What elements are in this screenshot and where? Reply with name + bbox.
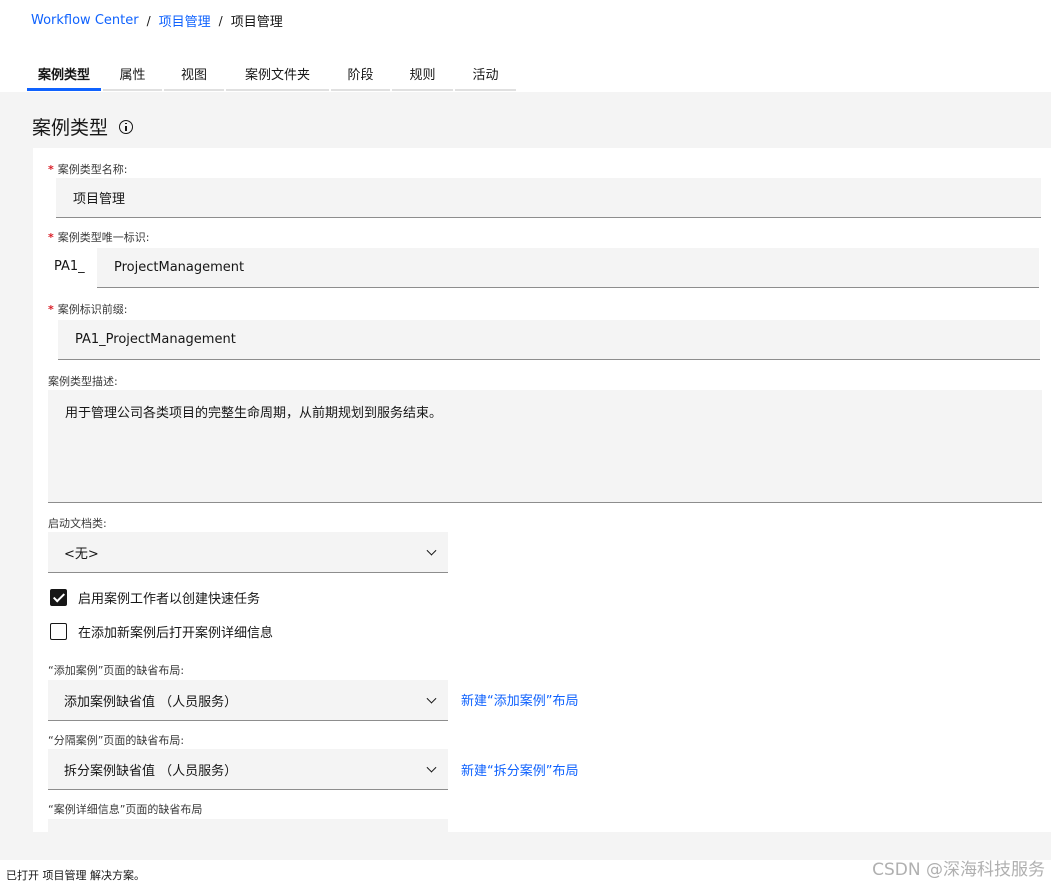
open-details-checkbox-row[interactable]: 在添加新案例后打开案例详细信息	[50, 622, 273, 641]
tab-case-types[interactable]: 案例类型	[27, 58, 101, 91]
open-details-checkbox-label: 在添加新案例后打开案例详细信息	[78, 626, 274, 641]
case-type-name-label: * 案例类型名称:	[48, 161, 127, 177]
panel-title: 案例类型	[32, 113, 134, 140]
tab-properties[interactable]: 属性	[103, 58, 162, 91]
new-split-case-layout-link[interactable]: 新建“拆分案例”布局	[461, 760, 578, 779]
breadcrumb-solution[interactable]: 项目管理	[159, 11, 211, 30]
case-type-id-input[interactable]: ProjectManagement	[97, 248, 1039, 288]
chevron-down-icon	[426, 693, 437, 704]
breadcrumb-current: 项目管理	[230, 15, 283, 30]
tab-case-folders[interactable]: 案例文件夹	[226, 58, 329, 91]
quick-task-checkbox[interactable]	[50, 589, 67, 606]
split-case-layout-value: 拆分案例缺省值 （人员服务）	[64, 763, 238, 779]
watermark: CSDN @深海科技服务	[872, 860, 1045, 880]
tab-activities[interactable]: 活动	[455, 58, 516, 91]
start-doc-class-label: 启动文档类:	[48, 517, 107, 530]
breadcrumb-separator: /	[218, 13, 223, 28]
breadcrumb: Workflow Center / 项目管理 / 项目管理	[31, 11, 283, 30]
info-icon[interactable]	[119, 119, 134, 134]
case-type-id-prefix: PA1_	[54, 259, 85, 274]
chevron-down-icon	[426, 545, 437, 556]
tab-stages[interactable]: 阶段	[331, 58, 390, 91]
case-type-id-label-text: 案例类型唯一标识:	[57, 231, 150, 244]
start-doc-class-value: <无>	[64, 546, 99, 562]
case-type-name-input[interactable]: 项目管理	[56, 178, 1041, 218]
case-details-layout-select[interactable]	[48, 819, 448, 832]
case-type-name-label-text: 案例类型名称:	[57, 163, 128, 176]
case-type-id-label: * 案例类型唯一标识:	[48, 229, 149, 245]
quick-task-checkbox-label: 启用案例工作者以创建快速任务	[78, 592, 261, 607]
case-id-prefix-label: * 案例标识前缀:	[48, 301, 127, 317]
open-details-checkbox[interactable]	[50, 623, 67, 640]
add-case-layout-value: 添加案例缺省值 （人员服务）	[64, 694, 238, 710]
main-panel: 案例类型 * 案例类型名称: 项目管理 * 案例类型唯一标识: PA1_ Proje…	[0, 92, 1051, 860]
description-label: 案例类型描述:	[48, 375, 118, 388]
add-case-layout-label: “添加案例”页面的缺省布局:	[48, 664, 185, 677]
split-case-layout-select[interactable]: 拆分案例缺省值 （人员服务）	[48, 749, 448, 790]
required-mark: *	[48, 303, 54, 316]
case-details-layout-label: “案例详细信息”页面的缺省布局	[48, 803, 203, 816]
required-mark: *	[48, 231, 54, 244]
breadcrumb-workflow-center[interactable]: Workflow Center	[31, 13, 139, 28]
required-mark: *	[48, 163, 54, 176]
start-doc-class-select[interactable]: <无>	[48, 532, 448, 573]
tab-bar: 案例类型 属性 视图 案例文件夹 阶段 规则 活动	[27, 58, 518, 91]
split-case-layout-label: “分隔案例”页面的缺省布局:	[48, 734, 185, 747]
breadcrumb-separator: /	[146, 13, 151, 28]
case-type-form: * 案例类型名称: 项目管理 * 案例类型唯一标识: PA1_ ProjectMan…	[33, 148, 1051, 832]
new-add-case-layout-link[interactable]: 新建“添加案例”布局	[461, 690, 578, 709]
status-message: 已打开 项目管理 解决方案。	[6, 869, 145, 882]
add-case-layout-select[interactable]: 添加案例缺省值 （人员服务）	[48, 680, 448, 721]
panel-title-text: 案例类型	[32, 117, 109, 139]
tab-views[interactable]: 视图	[164, 58, 224, 91]
case-id-prefix-input[interactable]: PA1_ProjectManagement	[58, 320, 1040, 360]
tab-rules[interactable]: 规则	[392, 58, 453, 91]
case-id-prefix-label-text: 案例标识前缀:	[57, 303, 128, 316]
description-textarea[interactable]: 用于管理公司各类项目的完整生命周期，从前期规划到服务结束。	[48, 390, 1042, 503]
chevron-down-icon	[426, 762, 437, 773]
quick-task-checkbox-row[interactable]: 启用案例工作者以创建快速任务	[50, 588, 260, 607]
